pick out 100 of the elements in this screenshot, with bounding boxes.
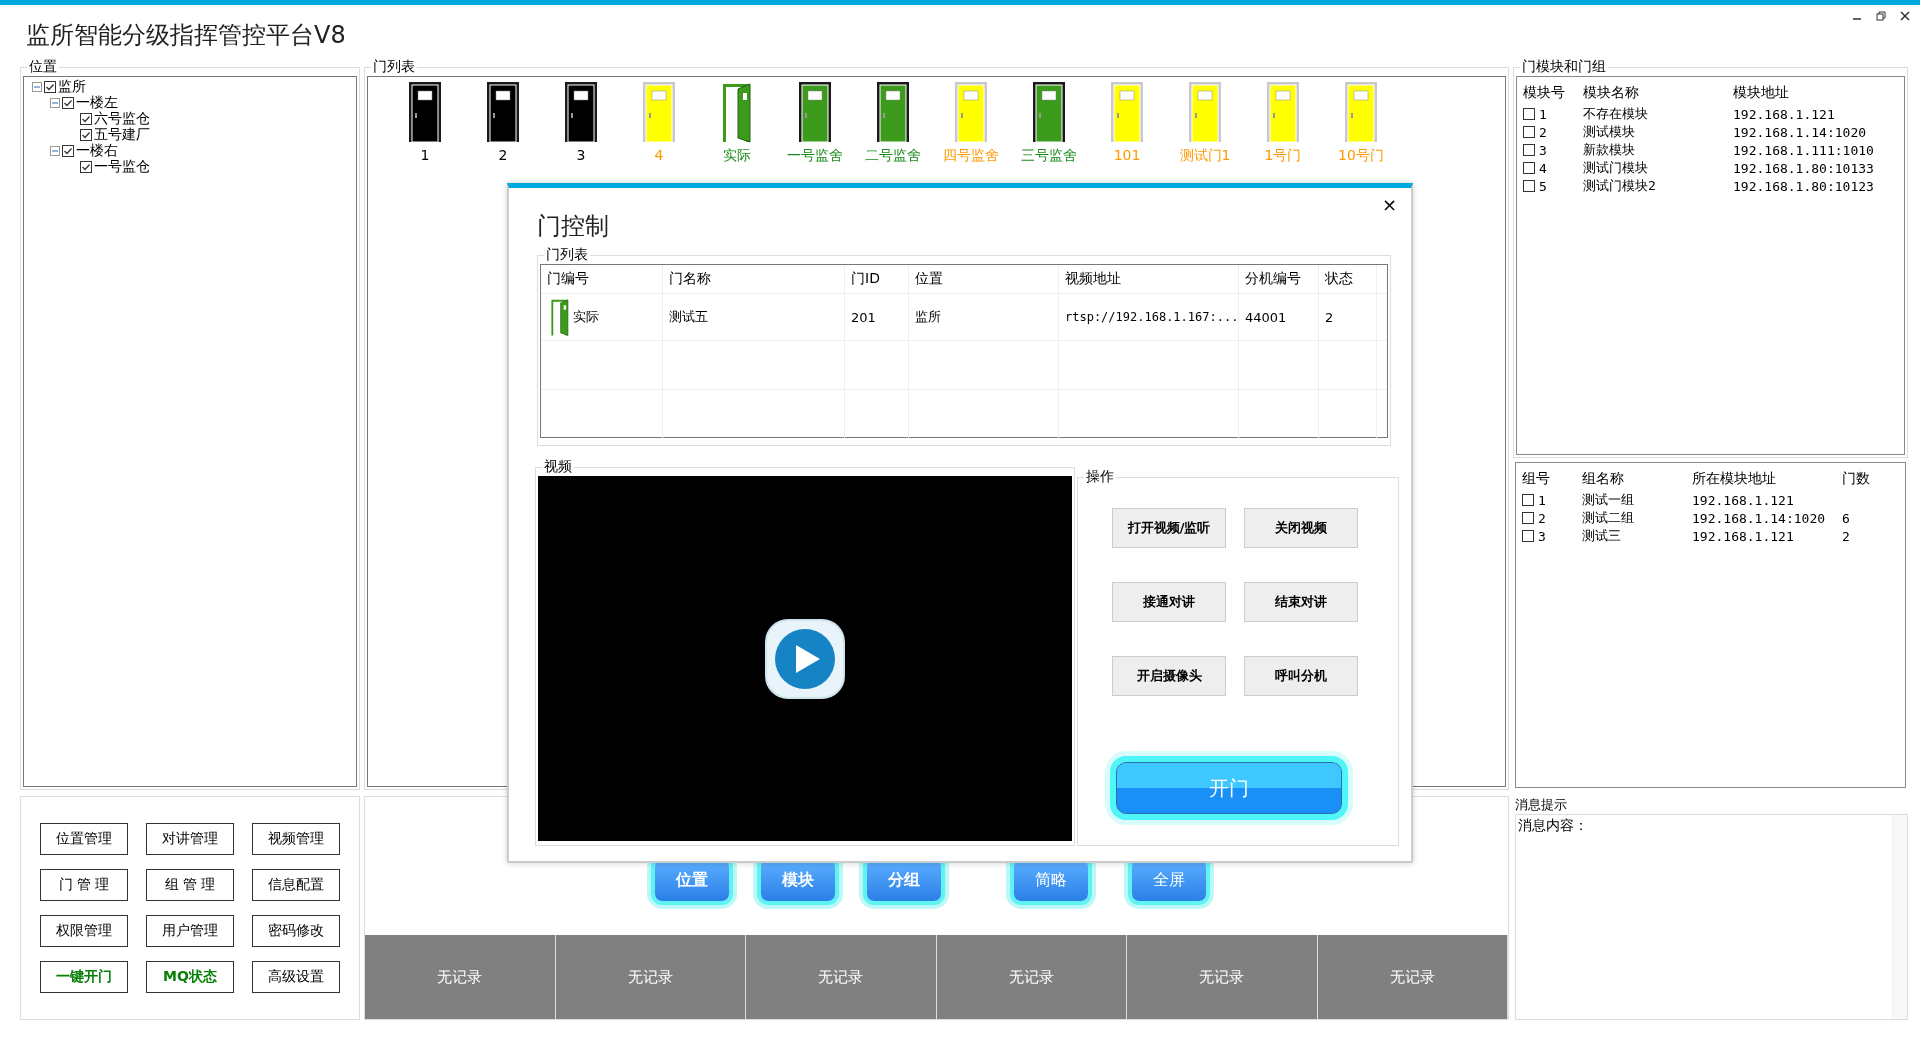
table-cell-text: 192.168.1.14:1020	[1733, 124, 1868, 140]
table-cell-text: 192.168.1.121	[1692, 492, 1795, 508]
menu-button[interactable]: 高级设置	[252, 961, 340, 993]
action-button[interactable]: 接通对讲	[1112, 582, 1226, 622]
table-cell-text: 192.168.1.80:10123	[1733, 178, 1875, 194]
door-icon[interactable]	[798, 81, 832, 143]
menu-button[interactable]: 组 管 理	[146, 869, 234, 901]
checkbox[interactable]	[62, 145, 74, 157]
menu-button[interactable]: 对讲管理	[146, 823, 234, 855]
checkbox[interactable]	[1522, 494, 1534, 506]
table-cell: 44001	[1245, 309, 1287, 325]
checkbox[interactable]	[1523, 144, 1535, 156]
door-label: 二号监舍	[865, 147, 921, 165]
app-title: 监所智能分级指挥管控平台V8	[26, 19, 346, 51]
door-label: 测试门1	[1179, 147, 1231, 165]
collapse-icon[interactable]	[50, 98, 60, 108]
menu-button[interactable]: 门 管 理	[40, 869, 128, 901]
close-button[interactable]: ×	[1381, 194, 1397, 215]
column-header: 所在模块地址	[1692, 470, 1777, 488]
panel-title: 操作	[1085, 468, 1115, 486]
restore-icon[interactable]	[1876, 11, 1886, 21]
table-cell: 监所	[915, 308, 941, 326]
collapse-icon[interactable]	[32, 82, 42, 92]
door-label: 1号门	[1264, 147, 1302, 165]
menu-button[interactable]: 密码修改	[252, 915, 340, 947]
table-cell-text: 192.168.1.80:10133	[1733, 160, 1875, 176]
door-label: 三号监舍	[1021, 147, 1077, 165]
table-cell: 201	[851, 309, 876, 325]
action-button[interactable]: 打开视频/监听	[1112, 508, 1226, 548]
door-icon[interactable]	[408, 81, 442, 143]
table-cell: 2	[1325, 309, 1334, 325]
table-cell-text: 新款模块	[1583, 141, 1636, 159]
column-header: 门编号	[541, 265, 663, 293]
menu-button[interactable]: MQ状态	[146, 961, 234, 993]
action-button[interactable]: 呼叫分机	[1244, 656, 1358, 696]
menu-button[interactable]: 用户管理	[146, 915, 234, 947]
door-icon[interactable]	[1032, 81, 1066, 143]
table-cell-text: 2	[1842, 528, 1851, 544]
tree-item[interactable]: 一号监仓	[94, 158, 150, 176]
table-cell-text: 测试二组	[1582, 509, 1635, 527]
panel-title: 门列表	[372, 58, 416, 76]
column-header: 门ID	[845, 265, 909, 293]
table-cell: 3	[1538, 528, 1546, 544]
table-cell: 3	[1539, 142, 1547, 158]
menu-button[interactable]: 视频管理	[252, 823, 340, 855]
play-icon[interactable]	[764, 617, 846, 700]
menu-button[interactable]: 位置管理	[40, 823, 128, 855]
panel-title: 门模块和门组	[1521, 58, 1607, 76]
checkbox[interactable]	[62, 97, 74, 109]
checkbox[interactable]	[1523, 126, 1535, 138]
checkbox[interactable]	[1523, 162, 1535, 174]
record-text: 无记录	[627, 967, 673, 987]
scrollbar[interactable]	[1892, 815, 1907, 1019]
table-cell: rtsp://192.168.1.167:...	[1065, 310, 1239, 324]
door-icon[interactable]	[876, 81, 910, 143]
tree-item[interactable]: 一楼左	[76, 94, 118, 112]
checkbox[interactable]	[44, 81, 56, 93]
menu-button[interactable]: 一键开门	[40, 961, 128, 993]
action-button[interactable]: 关闭视频	[1244, 508, 1358, 548]
tree-item[interactable]: 五号建厂	[94, 126, 150, 144]
record-text: 无记录	[1008, 967, 1054, 987]
checkbox[interactable]	[1522, 530, 1534, 542]
table-cell-text: 192.168.1.121	[1733, 106, 1836, 122]
checkbox[interactable]	[1523, 108, 1535, 120]
checkbox[interactable]	[1523, 180, 1535, 192]
action-button[interactable]: 结束对讲	[1244, 582, 1358, 622]
table-cell-text: 测试门模块	[1583, 159, 1649, 177]
action-button[interactable]: 开启摄像头	[1112, 656, 1226, 696]
close-icon[interactable]	[1900, 11, 1910, 21]
table-cell: 实际	[573, 308, 599, 326]
door-label: 1	[420, 147, 430, 163]
column-header: 组号	[1522, 470, 1551, 488]
table-cell-text: 192.168.1.121	[1692, 528, 1795, 544]
tree-item[interactable]: 六号监仓	[94, 110, 150, 128]
column-header: 组名称	[1582, 470, 1625, 488]
table-cell-text: 测试模块	[1583, 123, 1636, 141]
record-text: 无记录	[1199, 967, 1245, 987]
table-cell: 4	[1539, 160, 1547, 176]
menu-button[interactable]: 权限管理	[40, 915, 128, 947]
message-label: 消息内容：	[1518, 817, 1588, 833]
door-icon[interactable]	[486, 81, 520, 143]
table-cell-text: 6	[1842, 510, 1851, 526]
table-cell: 5	[1539, 178, 1547, 194]
menu-button[interactable]: 信息配置	[252, 869, 340, 901]
collapse-icon[interactable]	[50, 146, 60, 156]
panel-title: 门列表	[545, 246, 589, 264]
checkbox[interactable]	[80, 161, 92, 173]
table-cell-text: 不存在模块	[1583, 105, 1649, 123]
table-cell-text: 192.168.1.111:1010	[1733, 142, 1875, 158]
column-header: 模块号	[1523, 84, 1566, 102]
door-label: 一号监舍	[787, 147, 843, 165]
tree-item[interactable]: 一楼右	[76, 142, 118, 160]
panel-title: 位置	[28, 58, 58, 76]
checkbox[interactable]	[80, 129, 92, 141]
panel-title: 消息提示	[1515, 796, 1568, 814]
tree-item[interactable]: 监所	[58, 78, 86, 96]
door-icon[interactable]	[564, 81, 598, 143]
checkbox[interactable]	[80, 113, 92, 125]
table-cell-text: 192.168.1.14:1020	[1692, 510, 1827, 526]
checkbox[interactable]	[1522, 512, 1534, 524]
